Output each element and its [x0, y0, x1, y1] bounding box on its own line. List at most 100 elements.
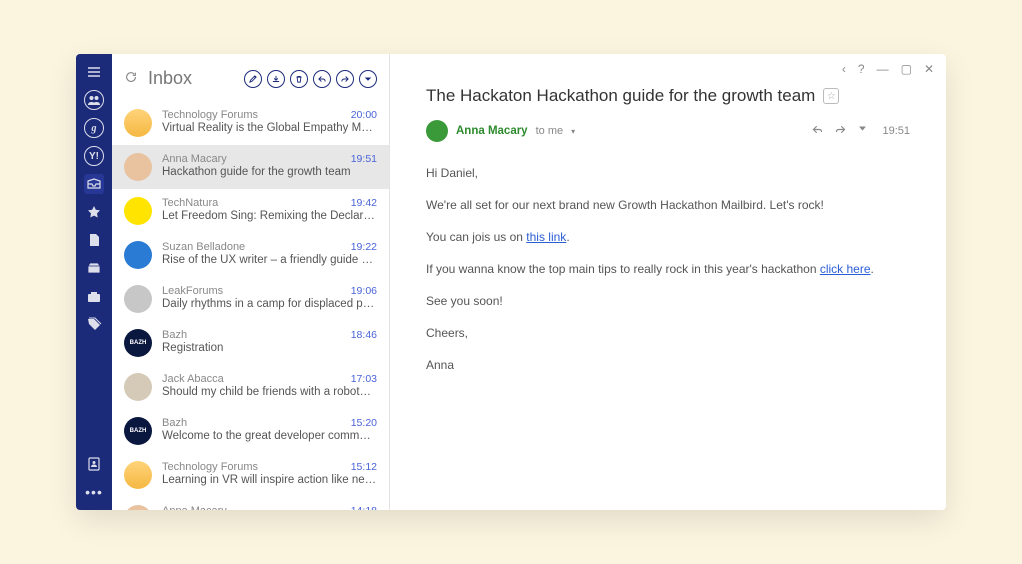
message-time: 19:42 — [351, 197, 377, 209]
reply-icon[interactable] — [811, 123, 824, 139]
message-from: Technology Forums — [162, 461, 258, 473]
message-subject: Hackathon guide for the growth team — [162, 166, 377, 178]
star-button[interactable]: ☆ — [823, 88, 839, 104]
mail-title-row: The Hackaton Hackathon guide for the gro… — [426, 86, 910, 106]
link-click-here[interactable]: click here — [820, 262, 871, 276]
sender-avatar — [426, 120, 448, 142]
refresh-icon[interactable] — [124, 70, 138, 87]
account-google-icon[interactable]: g — [84, 118, 104, 138]
avatar: BAZH — [124, 329, 152, 357]
maximize-button[interactable]: ▢ — [901, 62, 912, 76]
avatar — [124, 461, 152, 489]
message-from: Bazh — [162, 417, 187, 429]
message-row[interactable]: TechNatura 19:42Let Freedom Sing: Remixin… — [112, 189, 389, 233]
message-from: Anna Macary — [162, 153, 227, 165]
message-subject: Let Freedom Sing: Remixing the Declarati… — [162, 210, 377, 222]
folder-name: Inbox — [148, 68, 234, 89]
more-icon[interactable] — [857, 123, 868, 139]
hamburger-icon[interactable] — [84, 62, 104, 82]
nav-addressbook-icon[interactable] — [84, 454, 104, 474]
avatar — [124, 197, 152, 225]
mail-meta: Anna Macary to me ▾ 19:51 — [426, 120, 910, 142]
message-subject: Daily rhythms in a camp for displaced pe… — [162, 298, 377, 310]
message-subject: Virtual Reality is the Global Empathy Ma… — [162, 122, 377, 134]
avatar — [124, 241, 152, 269]
toolbar — [244, 70, 377, 88]
mail-actions — [811, 123, 868, 139]
help-button[interactable]: ? — [858, 62, 865, 76]
message-subject: Should my child be friends with a robot… — [162, 386, 377, 398]
message-row[interactable]: BAZH Bazh 15:20Welcome to the great develo… — [112, 409, 389, 453]
message-time: 18:46 — [351, 329, 377, 341]
archive-button[interactable] — [267, 70, 285, 88]
message-row[interactable]: Anna Macary14:18How Should We Tax Self-D… — [112, 497, 389, 510]
minimize-button[interactable]: — — [877, 62, 889, 76]
message-from: TechNatura — [162, 197, 218, 209]
sidebar: g Y! ••• — [76, 54, 112, 510]
message-subject: Registration — [162, 342, 377, 354]
message-time: 20:00 — [351, 109, 377, 121]
message-row[interactable]: Anna Macary 19:51Hackathon guide for the … — [112, 145, 389, 189]
avatar — [124, 285, 152, 313]
account-contacts-icon[interactable] — [84, 90, 104, 110]
more-button[interactable] — [359, 70, 377, 88]
account-yahoo-icon[interactable]: Y! — [84, 146, 104, 166]
message-subject: Learning in VR will inspire action like … — [162, 474, 377, 486]
message-from: Technology Forums — [162, 109, 258, 121]
message-time: 15:20 — [351, 417, 377, 429]
message-from: Jack Abacca — [162, 373, 224, 385]
body-p7: Anna — [426, 356, 910, 374]
message-row[interactable]: Jack Abacca 17:03Should my child be frien… — [112, 365, 389, 409]
nav-inbox-icon[interactable] — [84, 174, 104, 194]
message-row[interactable]: BAZH Bazh 18:46Registration — [112, 321, 389, 365]
mail-from: Anna Macary — [456, 125, 528, 137]
avatar — [124, 109, 152, 137]
body-p3: You can jois us on this link. — [426, 228, 910, 246]
forward-button[interactable] — [336, 70, 354, 88]
app-window: g Y! ••• — [76, 54, 946, 510]
close-button[interactable]: ✕ — [924, 62, 934, 76]
message-time: 19:51 — [351, 153, 377, 165]
message-subject: Rise of the UX writer – a friendly guide… — [162, 254, 377, 266]
compose-button[interactable] — [244, 70, 262, 88]
forward-icon[interactable] — [834, 123, 847, 139]
body-p4: If you wanna know the top main tips to r… — [426, 260, 910, 278]
recipients-dropdown-icon[interactable]: ▾ — [571, 127, 575, 136]
nav-more-icon[interactable]: ••• — [84, 482, 104, 502]
body-p2: We're all set for our next brand new Gro… — [426, 196, 910, 214]
message-time: 19:22 — [351, 241, 377, 253]
nav-snoozed-icon[interactable] — [84, 286, 104, 306]
mail-time: 19:51 — [882, 125, 910, 137]
mail-body: Hi Daniel, We're all set for our next br… — [426, 164, 910, 374]
message-subject: Welcome to the great developer commu… — [162, 430, 377, 442]
avatar — [124, 373, 152, 401]
messages[interactable]: Technology Forums 20:00Virtual Reality is… — [112, 101, 389, 510]
message-from: Bazh — [162, 329, 187, 341]
message-time: 14:18 — [351, 505, 377, 510]
window-controls: ‹ ? — ▢ ✕ — [842, 62, 934, 76]
nav-archive-icon[interactable] — [84, 258, 104, 278]
message-row[interactable]: Technology Forums15:12Learning in VR wil… — [112, 453, 389, 497]
message-from: LeakForums — [162, 285, 223, 297]
list-header: Inbox — [112, 54, 389, 101]
link-this-link[interactable]: this link — [526, 230, 566, 244]
message-row[interactable]: Suzan Belladone 19:22Rise of the UX write… — [112, 233, 389, 277]
message-row[interactable]: LeakForums 19:06Daily rhythms in a camp f… — [112, 277, 389, 321]
nav-tags-icon[interactable] — [84, 314, 104, 334]
message-from: Suzan Belladone — [162, 241, 245, 253]
delete-button[interactable] — [290, 70, 308, 88]
avatar — [124, 153, 152, 181]
mail-to: to me — [536, 125, 564, 137]
reply-button[interactable] — [313, 70, 331, 88]
nav-drafts-icon[interactable] — [84, 230, 104, 250]
body-p1: Hi Daniel, — [426, 164, 910, 182]
back-button[interactable]: ‹ — [842, 62, 846, 76]
nav-starred-icon[interactable] — [84, 202, 104, 222]
avatar — [124, 505, 152, 510]
body-p6: Cheers, — [426, 324, 910, 342]
message-time: 17:03 — [351, 373, 377, 385]
message-time: 19:06 — [351, 285, 377, 297]
message-list-pane: Inbox Technology Forums 20:00Virtual Real… — [112, 54, 390, 510]
avatar: BAZH — [124, 417, 152, 445]
message-row[interactable]: Technology Forums 20:00Virtual Reality is… — [112, 101, 389, 145]
